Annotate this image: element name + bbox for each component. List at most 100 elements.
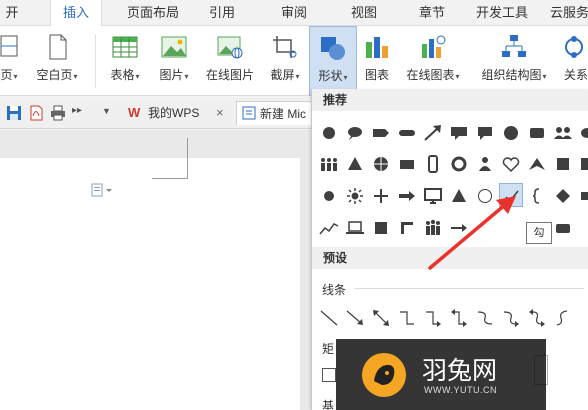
elbow-double-arrow-shape[interactable] [447,306,471,330]
picture-button[interactable]: 图片▾ [151,26,197,96]
document-page[interactable] [0,158,300,410]
right-arrow-shape[interactable] [395,184,419,208]
menu-page-layout[interactable]: 页面布局 [118,0,188,26]
oval-shape[interactable] [317,121,341,145]
save-icon[interactable] [6,105,22,121]
diagonal-arrow-shape[interactable] [421,121,445,145]
online-chart-button[interactable]: 在线图表▾ [398,26,468,96]
rounded-rect-shape-2[interactable] [551,216,575,240]
shape-partial-right-2[interactable] [577,184,588,208]
menu-insert[interactable]: 插入 [50,0,102,27]
curved-arrow-connector-shape[interactable] [499,306,523,330]
rect-callout-shape[interactable] [447,121,471,145]
person-shape[interactable] [473,152,497,176]
trend-line-shape[interactable] [317,216,341,240]
rectangle-filled-shape[interactable] [395,152,419,176]
shapes-button[interactable]: 形状▾ [309,26,357,96]
arrow-line-shape[interactable] [343,306,367,330]
double-arrow-line-shape[interactable] [369,306,393,330]
ring-shape[interactable] [447,152,471,176]
square-shape-2[interactable] [369,216,393,240]
ribbon-separator [95,34,96,88]
freeform-curve-shape[interactable] [551,306,575,330]
menu-bar: 开始 插入 页面布局 引用 审阅 视图 章节 开发工具 云服务 [0,0,588,46]
speech-bubble-shape[interactable] [473,121,497,145]
diamond-shape[interactable] [551,184,575,208]
globe-shape[interactable] [369,152,393,176]
laptop-shape[interactable] [343,216,367,240]
menu-reference[interactable]: 引用 [200,0,244,26]
phone-shape[interactable] [421,152,445,176]
oval-partial-shape[interactable] [577,121,588,145]
plus-shape[interactable] [369,184,393,208]
page-break-label: 页 [0,68,13,82]
section-basic-label: 基 [322,399,335,410]
table-label: 表格 [110,68,135,82]
document-icon [242,106,256,120]
arrow-right-line-shape[interactable] [447,216,471,240]
page-break-button[interactable]: 页▾ [0,26,24,96]
brace-shape[interactable] [525,184,549,208]
export-pdf-icon[interactable] [28,105,44,121]
shape-partial-right[interactable] [577,152,588,176]
menu-view[interactable]: 视图 [342,0,386,26]
org-chart-button[interactable]: 组织结构图▾ [474,26,554,96]
group-people-shape[interactable] [421,216,445,240]
curved-connector-shape[interactable] [473,306,497,330]
more-tools-icon[interactable]: ▸▸ [72,105,82,116]
table-button[interactable]: 表格▾ [103,26,147,96]
elbow-arrow-connector-shape[interactable] [421,306,445,330]
rectangle-shape[interactable] [322,368,336,382]
menu-section[interactable]: 章节 [410,0,454,26]
rabbit-logo-icon [362,353,406,397]
paste-options-icon[interactable] [90,183,116,197]
menu-start[interactable]: 开始 [0,0,24,46]
blank-page-button[interactable]: 空白页▾ [28,26,86,96]
menu-developer[interactable]: 开发工具 [470,0,534,26]
callout-oval-shape[interactable] [343,121,367,145]
screenshot-button[interactable]: 截屏▾ [264,26,306,96]
heart-shape[interactable] [499,152,523,176]
triangle-shape-2[interactable] [447,184,471,208]
shapes-icon [321,37,345,60]
pentagon-arrow-shape[interactable] [369,121,393,145]
monitor-shape[interactable] [421,184,445,208]
triangle-shape[interactable] [343,152,367,176]
circle-shape[interactable] [499,121,523,145]
caret-icon: ▾ [135,72,140,81]
line-shape[interactable] [317,306,341,330]
caret-icon: ▾ [184,72,189,81]
chevron-up-shape[interactable] [525,152,549,176]
section-divider [354,288,584,289]
caret-icon: ▾ [542,72,547,81]
curved-double-arrow-shape[interactable] [525,306,549,330]
tab-list-dropdown-icon[interactable]: ▼ [102,106,111,116]
tab-my-wps[interactable]: W 我的WPS × [122,101,232,125]
caret-icon: ▾ [295,72,300,81]
menu-cloud[interactable]: 云服务 [550,0,588,26]
circle-outline-shape[interactable] [473,184,497,208]
sun-shape[interactable] [343,184,367,208]
chart-button[interactable]: 图表 [360,26,394,96]
online-chart-icon [422,35,446,58]
picture-icon [161,36,187,58]
square-shape[interactable] [551,152,575,176]
close-tab-icon[interactable]: × [216,101,224,125]
caret-icon: ▾ [343,73,348,82]
org-chart-label: 组织结构图 [481,68,542,82]
menu-review[interactable]: 审阅 [272,0,316,26]
elbow-connector-shape[interactable] [395,306,419,330]
relation-button[interactable]: 关系 [560,26,588,96]
tab-new-document[interactable]: 新建 Mic [236,101,316,125]
corner-shape[interactable] [395,216,419,240]
online-picture-button[interactable]: 在线图片 [201,26,259,96]
checkmark-shape[interactable] [499,183,523,207]
crowd-shape[interactable] [317,152,341,176]
section-preset: 预设 [312,247,588,269]
people-shape[interactable] [551,121,575,145]
dot-shape[interactable] [317,184,341,208]
rounded-bar-shape[interactable] [395,121,419,145]
rounded-rect-shape[interactable] [525,121,549,145]
picture-label: 图片 [159,68,184,82]
print-icon[interactable] [50,105,66,121]
